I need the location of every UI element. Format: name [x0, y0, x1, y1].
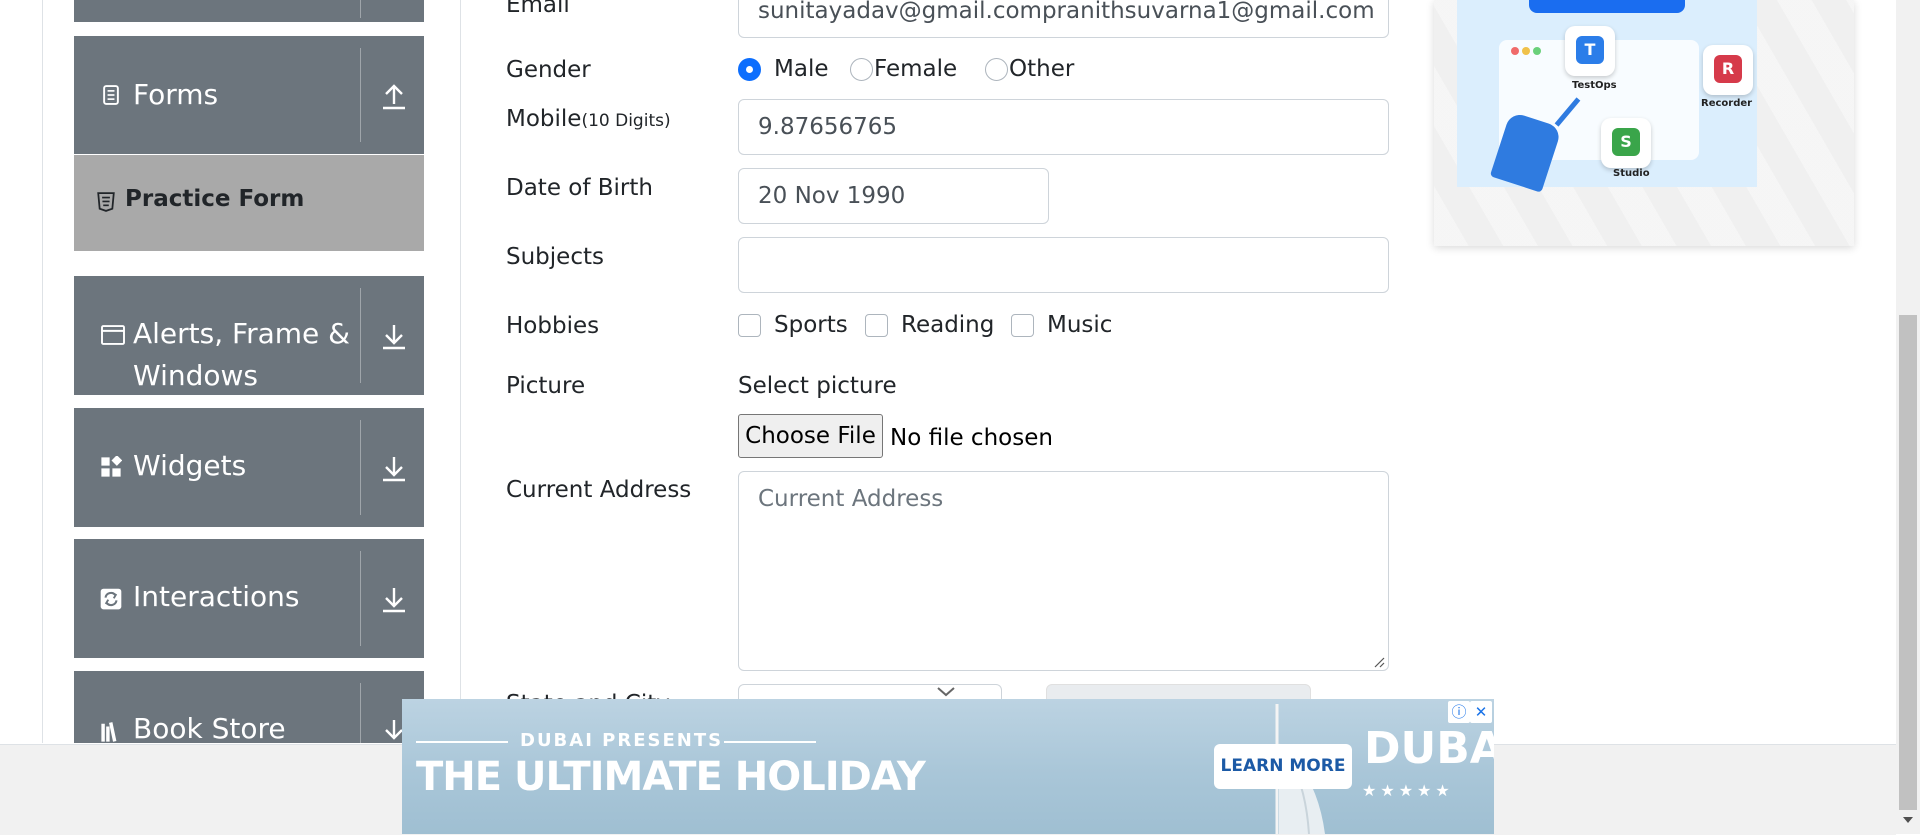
group-header-forms[interactable]: Forms	[74, 36, 424, 154]
download-arrow-icon	[383, 325, 405, 350]
group-header-book-store[interactable]: Book Store	[74, 671, 424, 743]
choose-file-button[interactable]: Choose File	[738, 414, 883, 458]
window-icon	[101, 325, 125, 345]
interaction-icon	[100, 588, 122, 610]
group-divider	[360, 288, 361, 383]
info-icon[interactable]: ⓘ	[1448, 701, 1470, 723]
reading-checkbox[interactable]	[865, 314, 888, 337]
group-divider	[360, 551, 361, 646]
chevron-down-icon	[937, 687, 955, 697]
recorder-label: Recorder	[1701, 98, 1753, 109]
sidebar-border	[42, 0, 43, 743]
scroll-down-arrow-icon[interactable]	[1900, 814, 1916, 826]
picture-label: Picture	[506, 373, 586, 399]
ad-headline: THE ULTIMATE HOLIDAY	[416, 754, 926, 800]
group-divider	[360, 683, 361, 743]
group-label-forms: Forms	[133, 78, 219, 111]
learn-more-button[interactable]: LEARN MORE	[1214, 744, 1352, 789]
bottom-banner-advertisement[interactable]: DUBAI PRESENTS THE ULTIMATE HOLIDAY LEAR…	[402, 699, 1494, 834]
group-header-alerts-frame-windows[interactable]: Alerts, Frame & Windows	[74, 276, 424, 395]
group-divider	[360, 0, 361, 18]
date-of-birth-input[interactable]: 20 Nov 1990	[738, 168, 1049, 224]
widgets-icon	[101, 456, 122, 477]
reading-label: Reading	[901, 312, 995, 338]
mobile-label: Mobile(10 Digits)	[506, 106, 671, 132]
group-label-book-store: Book Store	[133, 712, 286, 743]
subjects-input[interactable]	[738, 237, 1389, 293]
ad-brand-logo: DUBAI	[1364, 723, 1494, 774]
studio-label: Studio	[1613, 168, 1650, 179]
testops-icon: T	[1576, 36, 1604, 64]
studio-logo: S	[1601, 118, 1651, 168]
subjects-label: Subjects	[506, 244, 604, 270]
form-icon	[103, 85, 119, 105]
window-dot-icon	[1522, 47, 1530, 55]
group-label-widgets: Widgets	[133, 449, 247, 482]
recorder-logo: R	[1703, 45, 1753, 95]
ad-stars: ★★★★★	[1362, 781, 1454, 800]
ad-presents-text: DUBAI PRESENTS	[520, 730, 724, 751]
dob-label: Date of Birth	[506, 175, 653, 201]
group-label-interactions: Interactions	[133, 580, 300, 613]
other-radio[interactable]	[985, 58, 1008, 81]
close-icon[interactable]: ✕	[1470, 701, 1492, 723]
select-picture-text: Select picture	[738, 373, 897, 399]
male-radio[interactable]	[738, 58, 761, 81]
current-address-label: Current Address	[506, 477, 692, 503]
side-advertisement[interactable]: T TestOps R Recorder S Studio	[1434, 0, 1854, 246]
sports-label: Sports	[774, 312, 848, 338]
html5-icon	[97, 192, 115, 212]
download-arrow-icon	[383, 457, 405, 482]
mobile-field[interactable]: 9.87656765	[738, 99, 1389, 155]
other-label: Other	[1009, 56, 1075, 82]
music-label: Music	[1047, 312, 1113, 338]
testops-logo: T	[1565, 26, 1615, 76]
window-dot-icon	[1533, 47, 1541, 55]
group-divider	[360, 420, 361, 515]
ad-rule-line	[724, 741, 816, 743]
group-header-interactions[interactable]: Interactions	[74, 539, 424, 658]
resize-handle-icon[interactable]	[1373, 656, 1385, 668]
books-icon	[101, 722, 117, 742]
group-header-elements[interactable]	[74, 0, 424, 22]
email-label: Email	[506, 0, 570, 18]
sidebar-item-practice-form[interactable]: Practice Form	[74, 155, 424, 251]
page-scrollbar-thumb[interactable]	[1899, 315, 1917, 810]
recorder-icon: R	[1714, 55, 1742, 83]
female-radio[interactable]	[850, 58, 873, 81]
female-label: Female	[874, 56, 958, 82]
male-label: Male	[774, 56, 829, 82]
group-header-widgets[interactable]: Widgets	[74, 408, 424, 527]
download-arrow-icon	[383, 588, 405, 613]
group-label-windows: Windows	[133, 359, 258, 392]
studio-icon: S	[1612, 128, 1640, 156]
mobile-label-text: Mobile	[506, 106, 582, 132]
group-divider	[360, 48, 361, 142]
gender-label: Gender	[506, 57, 591, 83]
ad-cta-button	[1529, 0, 1685, 13]
current-address-textarea[interactable]: Current Address	[738, 471, 1389, 671]
music-checkbox[interactable]	[1011, 314, 1034, 337]
hobbies-label: Hobbies	[506, 313, 600, 339]
window-dot-icon	[1511, 47, 1519, 55]
sports-checkbox[interactable]	[738, 314, 761, 337]
no-file-text: No file chosen	[890, 425, 1053, 451]
ad-image: T TestOps R Recorder S Studio	[1457, 0, 1757, 193]
email-field[interactable]: sunitayadav@gmail.compranithsuvarna1@gma…	[738, 0, 1389, 38]
ad-rule-line	[416, 741, 508, 743]
upload-arrow-icon	[383, 84, 405, 110]
testops-label: TestOps	[1572, 80, 1617, 91]
group-label-alerts: Alerts, Frame &	[133, 317, 351, 350]
mobile-hint: (10 Digits)	[581, 111, 671, 131]
sidebar-item-label: Practice Form	[125, 186, 305, 212]
